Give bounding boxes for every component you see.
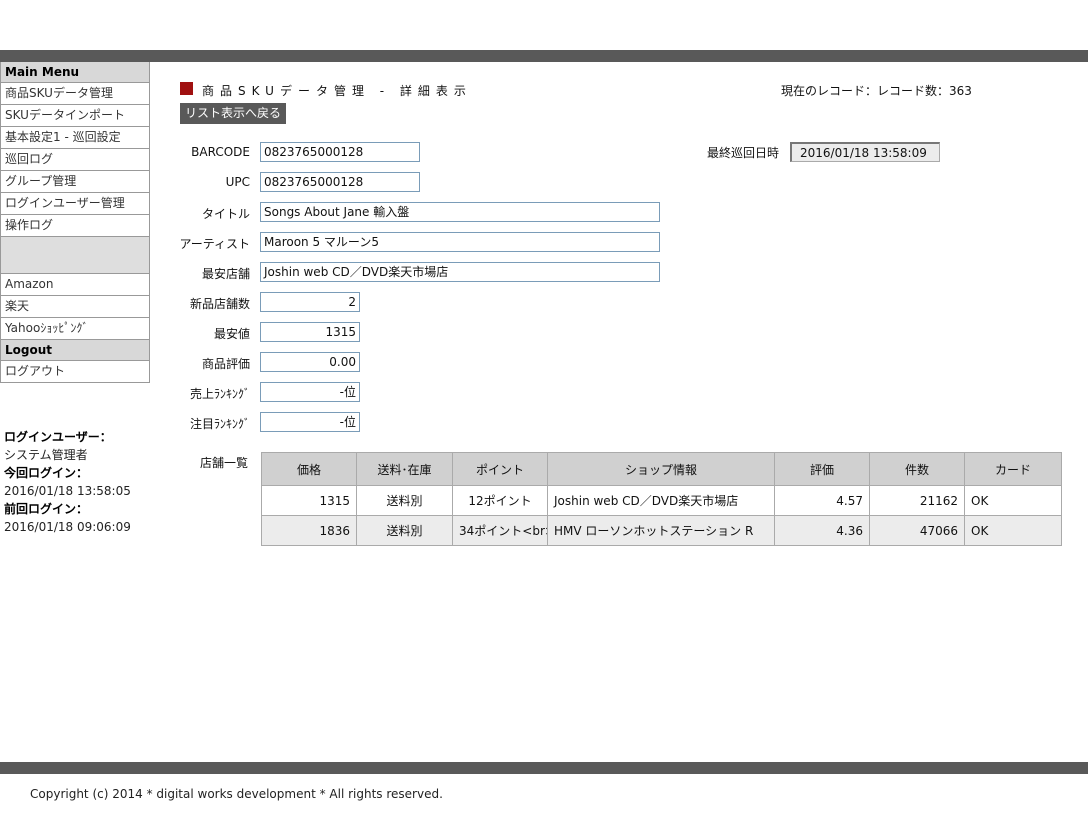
shop-list-label: 店舗一覧	[200, 456, 249, 470]
upc-label: UPC	[225, 175, 250, 189]
sidebar-item-sku-import[interactable]: SKUデータインポート	[0, 105, 150, 127]
cell-price: 1315	[261, 485, 357, 516]
col-header-card: カード	[964, 452, 1062, 486]
cell-points: 12ポイント	[452, 485, 548, 516]
cell-shop-info: HMV ローソンホットステーション R	[547, 515, 775, 546]
col-header-price: 価格	[261, 452, 357, 486]
top-bar	[0, 50, 1088, 62]
sales-rank-label: 売上ﾗﾝｷﾝｸﾞ	[189, 387, 250, 401]
login-user-label: ログインユーザー：	[4, 430, 112, 444]
rating-label: 商品評価	[201, 357, 250, 371]
shop-list-table: 価格 送料･在庫 ポイント ショップ情報 評価 件数 カード 1315 送料別 …	[261, 452, 1062, 546]
table-header-row: 価格 送料･在庫 ポイント ショップ情報 評価 件数 カード	[261, 452, 1062, 486]
cell-card: OK	[964, 485, 1062, 516]
artist-field[interactable]: Maroon 5 マルーン5	[260, 232, 660, 252]
col-header-shipping: 送料･在庫	[356, 452, 453, 486]
cheapest-shop-field[interactable]: Joshin web CD／DVD楽天市場店	[260, 262, 660, 282]
lowest-price-label: 最安値	[213, 327, 250, 341]
login-user-value: システム管理者	[4, 448, 88, 462]
table-row: 1836 送料別 34ポイント<br> HMV ローソンホットステーション R …	[261, 515, 1062, 546]
rating-field[interactable]: 0.00	[260, 352, 360, 372]
new-shop-count-label: 新品店舗数	[189, 297, 250, 311]
sidebar-item-rakuten[interactable]: 楽天	[0, 296, 150, 318]
main-menu-header: Main Menu	[0, 62, 150, 83]
sales-rank-field[interactable]: -位	[260, 382, 360, 402]
col-header-shop-info: ショップ情報	[547, 452, 775, 486]
col-header-points: ポイント	[452, 452, 548, 486]
cell-shipping: 送料別	[356, 485, 453, 516]
login-info: ログインユーザー： システム管理者 今回ログイン： 2016/01/18 13:…	[4, 428, 131, 536]
previous-login-label: 前回ログイン：	[4, 502, 89, 516]
previous-login-value: 2016/01/18 09:06:09	[4, 520, 131, 534]
title-field[interactable]: Songs About Jane 輸入盤	[260, 202, 660, 222]
col-header-rating: 評価	[774, 452, 870, 486]
sidebar-item-login-users[interactable]: ログインユーザー管理	[0, 193, 150, 215]
cell-rating: 4.57	[774, 485, 870, 516]
last-crawl-value: 2016/01/18 13:58:09	[790, 142, 940, 162]
cell-count: 47066	[869, 515, 965, 546]
cell-count: 21162	[869, 485, 965, 516]
lowest-price-field[interactable]: 1315	[260, 322, 360, 342]
cell-shop-info: Joshin web CD／DVD楽天市場店	[547, 485, 775, 516]
sidebar-spacer	[0, 237, 150, 274]
cell-card: OK	[964, 515, 1062, 546]
sidebar-item-amazon[interactable]: Amazon	[0, 274, 150, 296]
sidebar-item-crawl-log[interactable]: 巡回ログ	[0, 149, 150, 171]
back-to-list-button[interactable]: リスト表示へ戻る	[180, 103, 287, 124]
attention-rank-field[interactable]: -位	[260, 412, 360, 432]
new-shop-count-field[interactable]: 2	[260, 292, 360, 312]
sidebar-item-group[interactable]: グループ管理	[0, 171, 150, 193]
cell-price: 1836	[261, 515, 357, 546]
last-crawl-label: 最終巡回日時	[707, 146, 780, 160]
sidebar-item-yahoo[interactable]: Yahooｼｮｯﾋﾟﾝｸﾞ	[0, 318, 150, 340]
logout-header: Logout	[0, 340, 150, 361]
cheapest-shop-label: 最安店舗	[201, 267, 250, 281]
title-marker-icon	[180, 82, 193, 95]
cell-points: 34ポイント<br>	[452, 515, 548, 546]
current-login-label: 今回ログイン：	[4, 466, 89, 480]
sidebar: Main Menu 商品SKUデータ管理 SKUデータインポート 基本設定1 -…	[0, 62, 150, 383]
table-row: 1315 送料別 12ポイント Joshin web CD／DVD楽天市場店 4…	[261, 485, 1062, 516]
copyright: Copyright (c) 2014 * digital works devel…	[30, 787, 443, 801]
current-login-value: 2016/01/18 13:58:05	[4, 484, 131, 498]
artist-label: アーティスト	[179, 237, 250, 251]
cell-rating: 4.36	[774, 515, 870, 546]
bottom-bar	[0, 762, 1088, 774]
sidebar-item-crawl-settings[interactable]: 基本設定1 - 巡回設定	[0, 127, 150, 149]
record-count: 現在のレコード：レコード数：363	[781, 84, 972, 98]
sidebar-item-operation-log[interactable]: 操作ログ	[0, 215, 150, 237]
cell-shipping: 送料別	[356, 515, 453, 546]
title-label: タイトル	[201, 207, 250, 221]
barcode-label: BARCODE	[191, 145, 250, 159]
col-header-count: 件数	[869, 452, 965, 486]
barcode-field[interactable]: 0823765000128	[260, 142, 420, 162]
logout-link[interactable]: ログアウト	[0, 361, 150, 383]
page-title: 商品SKUデータ管理 - 詳細表示	[202, 84, 472, 98]
sidebar-item-sku-data[interactable]: 商品SKUデータ管理	[0, 83, 150, 105]
upc-field[interactable]: 0823765000128	[260, 172, 420, 192]
attention-rank-label: 注目ﾗﾝｷﾝｸﾞ	[189, 417, 250, 431]
